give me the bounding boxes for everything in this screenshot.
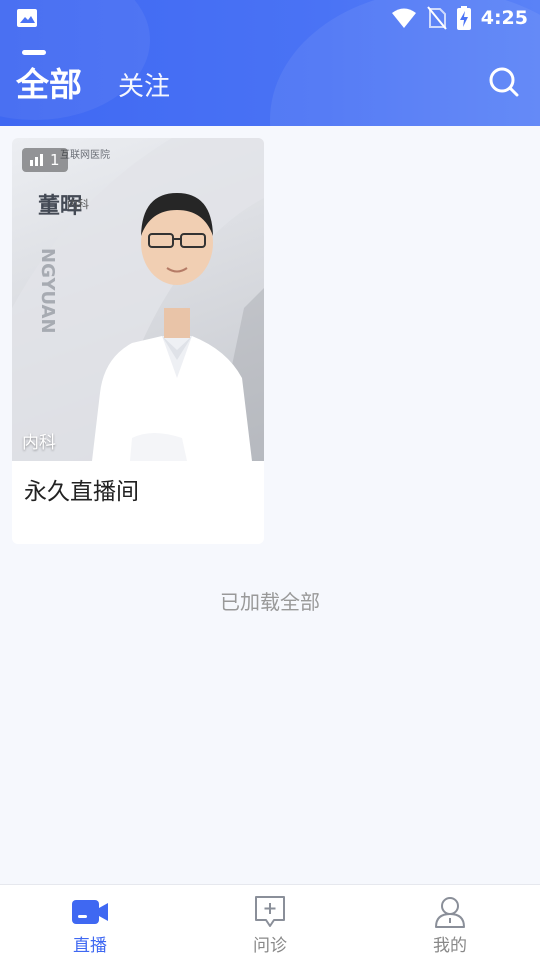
nav-consult-label: 问诊 (253, 936, 287, 956)
nav-live-label: 直播 (73, 936, 107, 956)
wifi-icon (391, 8, 416, 28)
tab-all[interactable]: 全部 (16, 58, 82, 106)
viewer-count-badge: 1 (22, 148, 68, 172)
no-sim-icon (426, 6, 447, 30)
live-room-card[interactable]: 互联网医院 董晖 内科 NGYUAN 1 内科 永久直播间 (12, 138, 264, 544)
viewer-count: 1 (50, 151, 60, 169)
nav-mine-label: 我的 (433, 936, 467, 956)
header: 4:25 全部 关注 (0, 0, 540, 126)
poster-dept-text: 内科 (67, 197, 89, 211)
image-icon (17, 9, 37, 27)
bottom-nav: 直播 问诊 我的 (0, 884, 540, 960)
load-complete-text: 已加载全部 (220, 590, 320, 614)
live-room-title: 永久直播间 (24, 479, 139, 505)
live-cover-image: 互联网医院 董晖 内科 NGYUAN 1 内科 (12, 138, 264, 461)
department-tag: 内科 (22, 433, 56, 453)
nav-live[interactable]: 直播 (0, 885, 180, 960)
status-bar: 4:25 (0, 0, 540, 36)
user-icon (435, 897, 465, 928)
poster-watermark: NGYUAN (37, 248, 58, 334)
tab-following[interactable]: 关注 (118, 66, 170, 106)
status-time: 4:25 (480, 7, 528, 29)
nav-consult[interactable]: 问诊 (180, 885, 360, 960)
chat-plus-icon (255, 896, 285, 927)
doctor-poster: 互联网医院 董晖 内科 NGYUAN (12, 138, 264, 461)
battery-charging-icon (456, 6, 471, 30)
active-tab-indicator (22, 50, 46, 55)
search-icon[interactable] (488, 66, 520, 98)
nav-mine[interactable]: 我的 (360, 885, 540, 960)
video-camera-icon (72, 900, 108, 924)
signal-bars-icon (30, 154, 43, 166)
top-tabs: 全部 关注 (16, 58, 170, 106)
